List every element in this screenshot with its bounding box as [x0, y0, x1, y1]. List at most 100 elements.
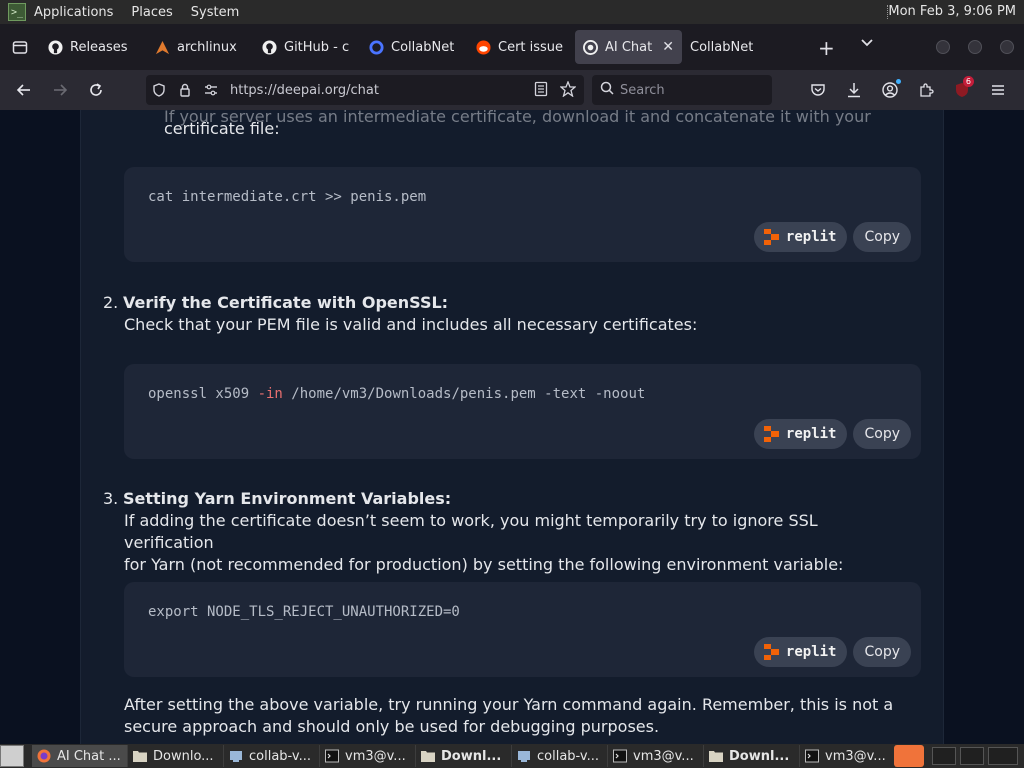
- taskbar-item-collab-vm-2[interactable]: collab-v...: [512, 745, 608, 767]
- tab-releases[interactable]: Releases: [40, 30, 147, 64]
- step-description-line2: for Yarn (not recommended for production…: [124, 555, 844, 574]
- reddit-icon: [476, 39, 491, 55]
- taskbar-item-ai-chat[interactable]: AI Chat ...: [32, 745, 128, 767]
- replit-button[interactable]: replit: [753, 419, 848, 449]
- search-icon: [600, 81, 614, 99]
- trash-icon[interactable]: [988, 747, 1018, 765]
- copy-button[interactable]: Copy: [853, 222, 911, 252]
- code-segment: openssl x509: [148, 386, 258, 402]
- folder-icon: [421, 749, 435, 763]
- page-viewport: If your server uses an intermediate cert…: [0, 110, 1024, 744]
- collabnet-icon: [369, 39, 384, 55]
- pocket-icon: [811, 84, 825, 96]
- url-bar[interactable]: https://deepai.org/chat: [146, 75, 584, 105]
- places-menu[interactable]: Places: [131, 5, 172, 20]
- deepai-icon: [583, 39, 598, 55]
- tab-label: archlinux: [177, 39, 237, 55]
- workspace-2[interactable]: [960, 747, 984, 765]
- extension-badge: 6: [962, 76, 974, 87]
- pocket-button[interactable]: [802, 74, 834, 106]
- close-window-icon[interactable]: [1000, 40, 1014, 54]
- firefox-view-button[interactable]: [0, 24, 40, 70]
- code-segment: export NODE_TLS_REJECT_UNAUTHORIZED=0: [148, 604, 460, 620]
- tab-label: GitHub - c: [284, 39, 350, 55]
- download-icon: [848, 83, 860, 98]
- tab-label: CollabNet: [690, 39, 754, 55]
- step-description-line1: If adding the certificate doesn’t seem t…: [124, 511, 818, 552]
- replit-icon: [763, 229, 780, 245]
- taskbar-item-downloads[interactable]: Downlo...: [128, 745, 224, 767]
- github-icon: [48, 39, 63, 55]
- system-menu[interactable]: System: [191, 5, 239, 20]
- close-tab-icon[interactable]: ✕: [662, 39, 674, 55]
- closing-line1: After setting the above variable, try ru…: [124, 695, 894, 714]
- navigation-toolbar: https://deepai.org/chat 6: [0, 70, 1024, 110]
- search-bar[interactable]: [592, 75, 772, 105]
- workspace-1[interactable]: [932, 747, 956, 765]
- shield-icon[interactable]: [146, 83, 172, 97]
- forward-button[interactable]: [42, 74, 78, 106]
- reader-view-icon[interactable]: [534, 81, 548, 101]
- downloads-button[interactable]: [838, 74, 870, 106]
- tab-collabnet-2[interactable]: CollabNet: [682, 30, 789, 64]
- folder-icon: [133, 749, 147, 763]
- replit-label: replit: [785, 644, 837, 660]
- hamburger-menu-icon: [992, 85, 1004, 95]
- replit-button[interactable]: replit: [753, 222, 848, 252]
- tab-archlinux[interactable]: archlinux: [147, 30, 254, 64]
- taskbar-item-terminal-2[interactable]: vm3@v...: [608, 745, 704, 767]
- firefox-icon: [37, 749, 51, 763]
- tab-collabnet[interactable]: CollabNet: [361, 30, 468, 64]
- closing-paragraph: After setting the above variable, try ru…: [124, 694, 904, 738]
- bottom-taskbar: AI Chat ... Downlo... collab-v... vm3@v.…: [0, 744, 1024, 768]
- lock-icon[interactable]: [172, 83, 198, 97]
- code-text: openssl x509 -in /home/vm3/Downloads/pen…: [148, 386, 645, 402]
- taskbar-item-collab-vm[interactable]: collab-v...: [224, 745, 320, 767]
- vm-icon: [517, 749, 531, 763]
- new-tab-icon[interactable]: +: [818, 36, 835, 60]
- terminal-icon: [325, 749, 339, 763]
- bookmark-star-icon[interactable]: [559, 80, 577, 101]
- search-input[interactable]: [620, 82, 750, 98]
- url-text[interactable]: https://deepai.org/chat: [230, 83, 379, 98]
- show-desktop-button[interactable]: [0, 745, 24, 767]
- replit-button[interactable]: replit: [753, 637, 848, 667]
- chevron-down-icon[interactable]: [860, 35, 874, 54]
- extensions-button[interactable]: [910, 74, 942, 106]
- tab-label: AI Chat: [605, 39, 653, 55]
- taskbar-item-terminal-3[interactable]: vm3@v...: [800, 745, 896, 767]
- applications-menu[interactable]: Applications: [34, 5, 113, 20]
- code-block-openssl: openssl x509 -in /home/vm3/Downloads/pen…: [124, 364, 921, 459]
- taskbar-label: vm3@v...: [345, 748, 406, 764]
- taskbar-item-downloads-2[interactable]: Downl...: [416, 745, 512, 767]
- taskbar-label: Downlo...: [153, 748, 214, 764]
- system-top-panel: >_ Applications Places System Mon Feb 3,…: [0, 0, 1024, 24]
- reload-button[interactable]: [78, 74, 114, 106]
- taskbar-item-downloads-3[interactable]: Downl...: [704, 745, 800, 767]
- back-button[interactable]: [6, 74, 42, 106]
- code-text: cat intermediate.crt >> penis.pem: [148, 189, 426, 205]
- taskbar-label: collab-v...: [249, 748, 311, 764]
- minimize-window-icon[interactable]: [936, 40, 950, 54]
- account-icon: [882, 82, 898, 98]
- maximize-window-icon[interactable]: [968, 40, 982, 54]
- account-button[interactable]: [874, 74, 906, 106]
- tab-github[interactable]: GitHub - c: [254, 30, 361, 64]
- taskbar-label: collab-v...: [537, 748, 599, 764]
- permissions-icon[interactable]: [198, 83, 224, 97]
- app-menu-button[interactable]: [982, 74, 1014, 106]
- closing-line2: secure approach and should only be used …: [124, 717, 660, 736]
- copy-button[interactable]: Copy: [853, 419, 911, 449]
- firefox-tray-icon[interactable]: [894, 745, 924, 767]
- tab-ai-chat[interactable]: AI Chat ✕: [575, 30, 682, 64]
- ublock-button[interactable]: 6: [946, 74, 978, 106]
- code-text: export NODE_TLS_REJECT_UNAUTHORIZED=0: [148, 604, 460, 620]
- panel-clock[interactable]: Mon Feb 3, 9:06 PM: [888, 4, 1016, 19]
- terminal-icon: [805, 749, 819, 763]
- step-yarn-env-vars: 3. Setting Yarn Environment Variables: If…: [103, 488, 903, 576]
- tab-cert-issue[interactable]: Cert issue: [468, 30, 575, 64]
- copy-button[interactable]: Copy: [853, 637, 911, 667]
- taskbar-item-terminal[interactable]: vm3@v...: [320, 745, 416, 767]
- forward-arrow-icon: [54, 84, 68, 96]
- terminal-launcher-icon[interactable]: >_: [8, 3, 26, 21]
